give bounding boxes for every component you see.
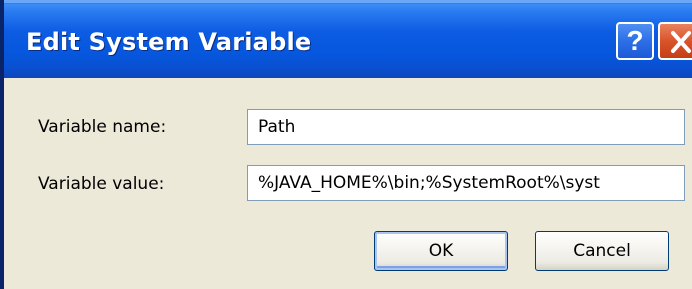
title-bar[interactable]: Edit System Variable ? xyxy=(4,0,692,78)
cancel-button[interactable]: Cancel xyxy=(535,231,669,271)
variable-name-label: Variable name: xyxy=(38,117,167,137)
ok-button[interactable]: OK xyxy=(374,231,508,271)
close-icon xyxy=(671,31,691,53)
help-icon: ? xyxy=(626,25,644,56)
title-bar-highlight xyxy=(4,0,692,3)
dialog-title: Edit System Variable xyxy=(26,28,312,56)
variable-value-input[interactable]: %JAVA_HOME%\bin;%SystemRoot%\syst xyxy=(247,165,685,201)
close-button[interactable] xyxy=(658,22,692,60)
variable-name-input[interactable]: Path xyxy=(247,109,685,145)
variable-value-label: Variable value: xyxy=(38,174,165,194)
help-button[interactable]: ? xyxy=(616,22,654,60)
edit-system-variable-dialog: Edit System Variable ? Variable name: Pa… xyxy=(0,0,692,289)
